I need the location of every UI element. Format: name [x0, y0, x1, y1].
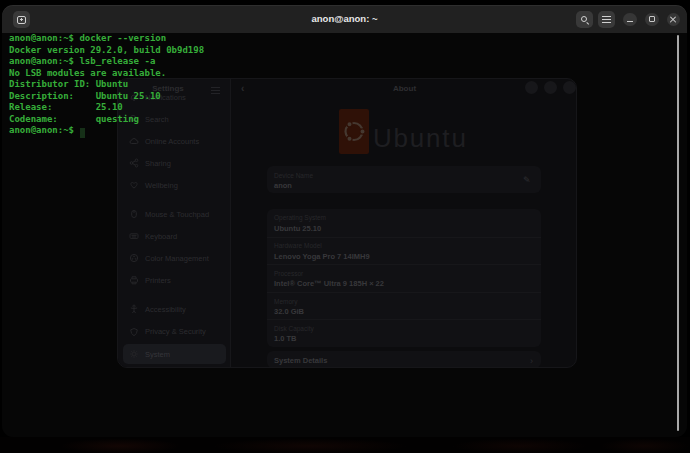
terminal-line: Description: Ubuntu 25.10 [9, 91, 204, 103]
terminal-menu-button[interactable] [598, 11, 615, 28]
close-icon [669, 15, 677, 23]
terminal-search-button[interactable] [576, 11, 593, 28]
hamburger-menu-icon [602, 16, 611, 23]
terminal-cursor [80, 128, 86, 138]
terminal-line: Release: 25.10 [9, 102, 204, 114]
close-button[interactable] [667, 13, 681, 27]
terminal-scrollbar[interactable] [677, 35, 679, 431]
terminal-window: anon@anon: ~ anon@anon:~$ docker --versi… [2, 5, 687, 437]
search-icon [580, 15, 590, 25]
terminal-line: Codename: questing [9, 114, 204, 126]
maximize-icon [649, 16, 655, 22]
terminal-line: anon@anon:~$ docker --version [9, 33, 204, 45]
terminal-line: anon@anon:~$ [9, 125, 204, 137]
terminal-line: anon@anon:~$ lsb_release -a [9, 56, 204, 68]
terminal-output: anon@anon:~$ docker --version Docker ver… [9, 33, 204, 137]
terminal-titlebar: anon@anon: ~ [2, 5, 687, 33]
terminal-line: Docker version 29.2.0, build 0b9d198 [9, 45, 204, 57]
minimize-button[interactable] [623, 13, 637, 27]
terminal-line: Distributor ID: Ubuntu [9, 79, 204, 91]
desktop-dock-strip [0, 437, 690, 453]
terminal-line: No LSB modules are available. [9, 68, 204, 80]
maximize-button[interactable] [645, 13, 659, 27]
minimize-icon [627, 21, 633, 22]
